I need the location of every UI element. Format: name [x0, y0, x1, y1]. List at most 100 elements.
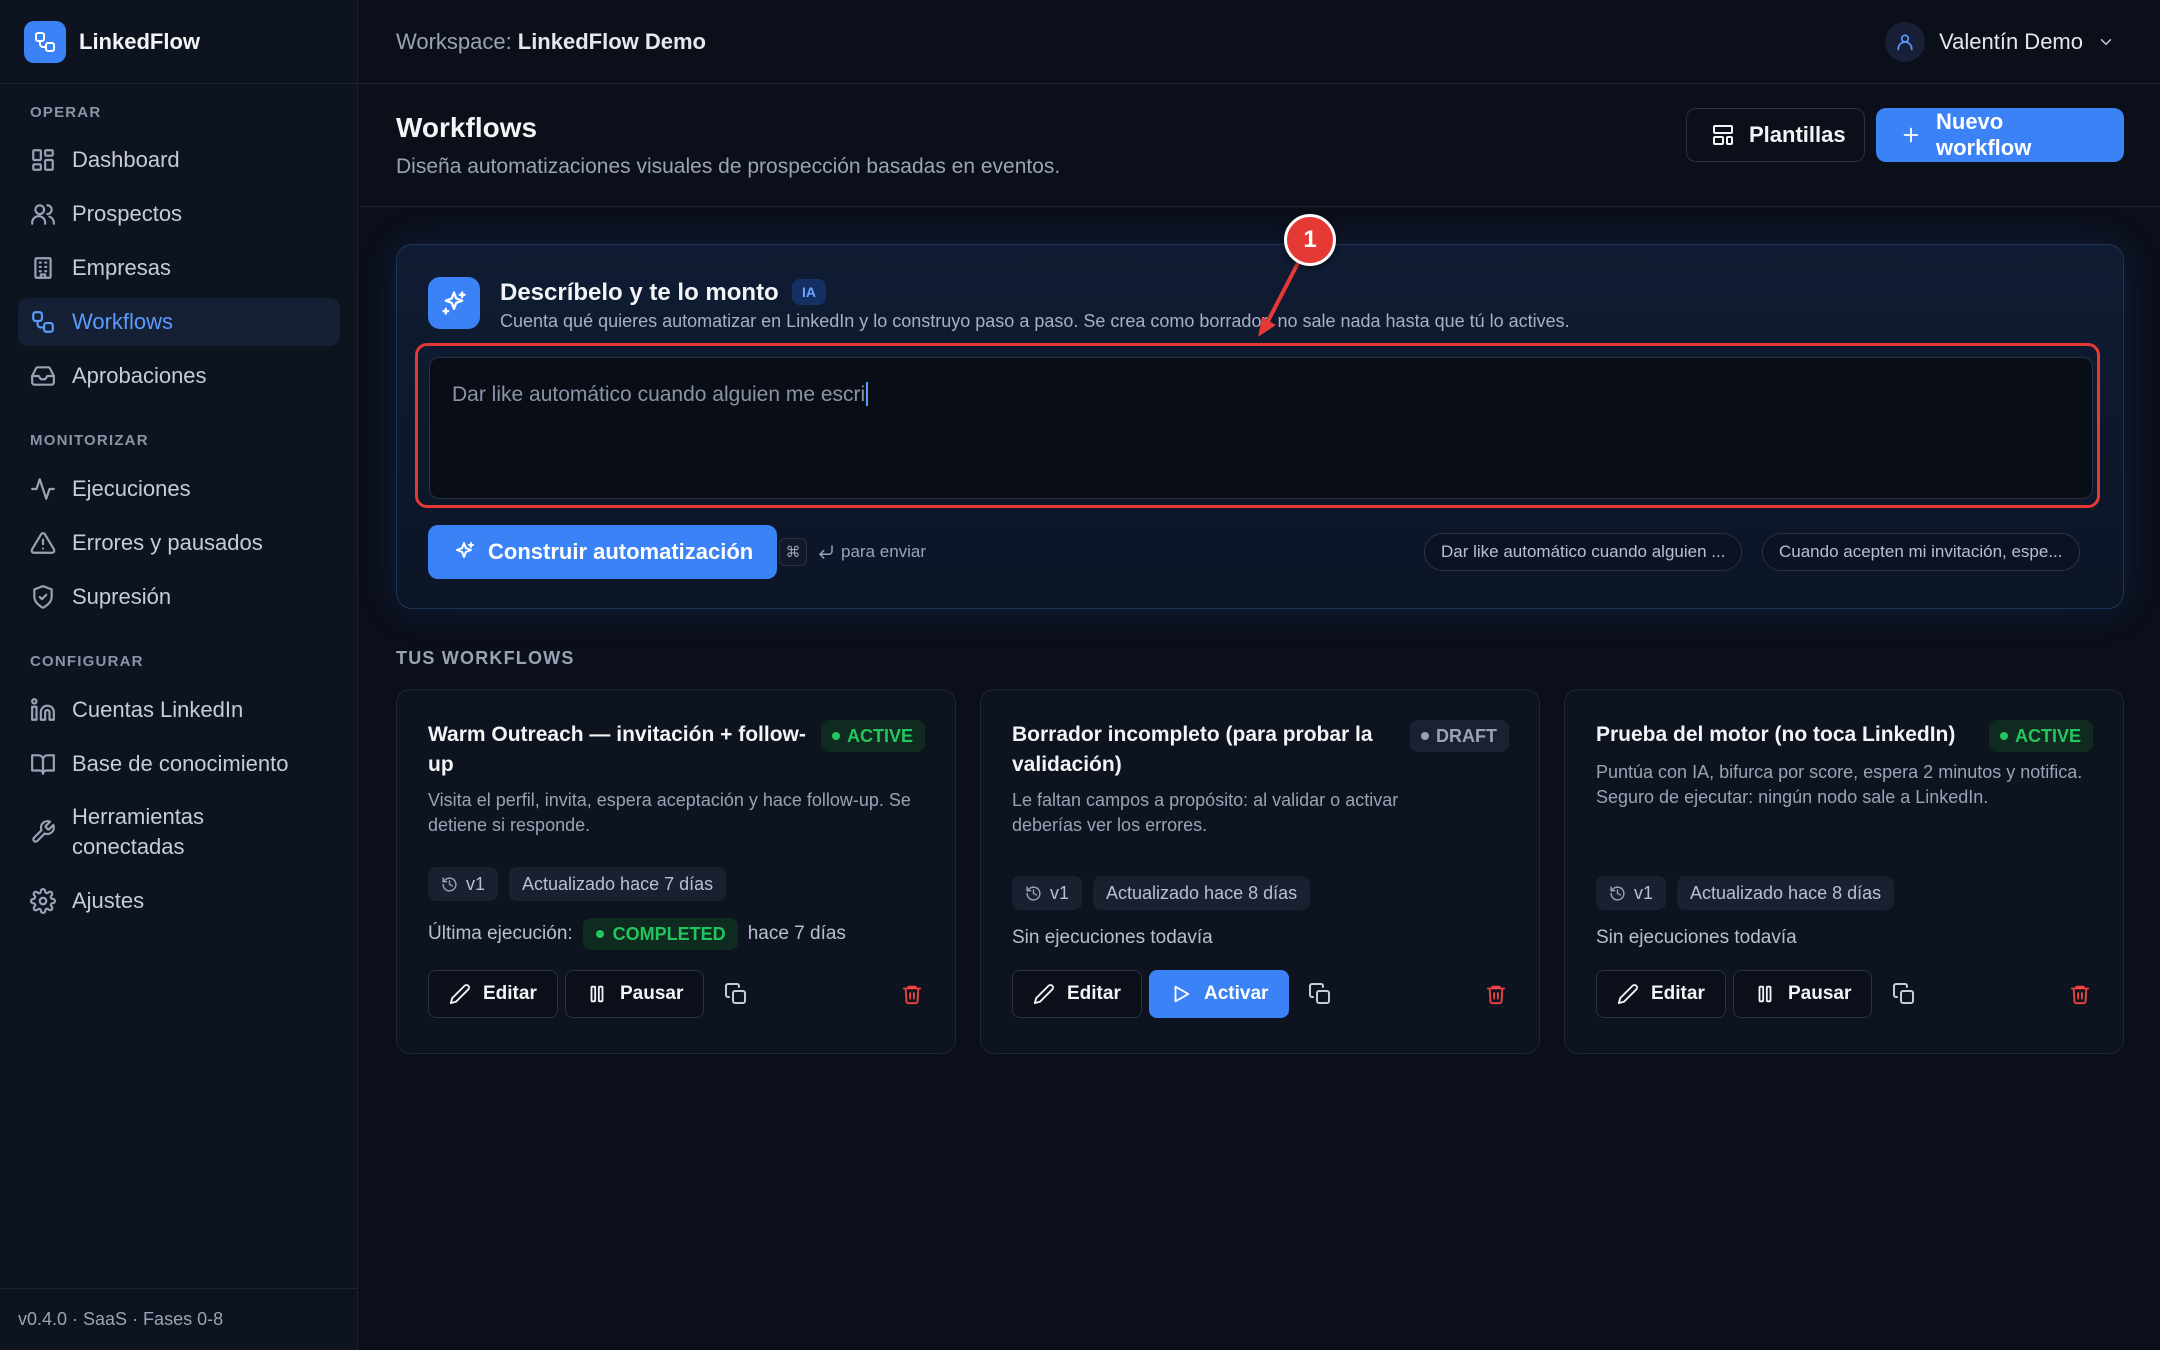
edit-button[interactable]: Editar	[428, 970, 558, 1018]
suggestion-chip[interactable]: Dar like automático cuando alguien ...	[1424, 533, 1743, 571]
user-avatar-icon	[1885, 22, 1926, 62]
sidebar-item-ajustes[interactable]: Ajustes	[18, 877, 340, 925]
edit-label: Editar	[483, 983, 537, 1004]
workflow-card[interactable]: Prueba del motor (no toca LinkedIn) ACTI…	[1564, 689, 2124, 1054]
edit-button[interactable]: Editar	[1596, 970, 1726, 1018]
sidebar-item-label: Errores y pausados	[72, 530, 263, 555]
ai-badge: IA	[792, 279, 826, 305]
version-label: v1	[1050, 883, 1070, 903]
pause-icon	[586, 983, 608, 1005]
workflow-card[interactable]: Borrador incompleto (para probar la vali…	[980, 689, 1540, 1054]
command-key-icon: ⌘	[779, 538, 807, 566]
ai-panel-title: Descríbelo y te lo monto	[500, 279, 779, 306]
no-executions: Sin ejecuciones todavía	[1012, 927, 1213, 948]
workflow-card[interactable]: Warm Outreach — invitación + follow-up A…	[396, 689, 956, 1054]
sidebar-item-prospectos[interactable]: Prospectos	[18, 190, 340, 238]
sidebar-item-empresas[interactable]: Empresas	[18, 244, 340, 292]
sidebar-item-dashboard[interactable]: Dashboard	[18, 136, 340, 184]
workflow-icon	[30, 309, 56, 335]
last-execution-label: Última ejecución:	[428, 923, 573, 944]
new-workflow-button[interactable]: Nuevo workflow	[1876, 108, 2124, 162]
sidebar-item-ejecuciones[interactable]: Ejecuciones	[18, 465, 340, 513]
pause-button[interactable]: Pausar	[565, 970, 705, 1018]
users-icon	[30, 201, 56, 227]
templates-button[interactable]: Plantillas	[1686, 108, 1865, 162]
version-tag: v1	[428, 867, 499, 901]
edit-label: Editar	[1067, 983, 1121, 1004]
status-badge: ACTIVE	[820, 720, 925, 752]
build-automation-button[interactable]: Construir automatización	[428, 525, 778, 579]
build-automation-label: Construir automatización	[488, 539, 754, 564]
sidebar-item-label: Aprobaciones	[72, 363, 207, 388]
templates-label: Plantillas	[1749, 122, 1846, 147]
brand[interactable]: LinkedFlow	[0, 0, 357, 84]
linkedin-icon	[30, 697, 56, 723]
user-menu[interactable]: Valentín Demo	[1885, 21, 2115, 63]
pause-label: Pausar	[620, 983, 684, 1004]
sidebar-item-label: Supresión	[72, 584, 172, 609]
pencil-icon	[449, 983, 471, 1005]
workflow-logo-icon	[24, 20, 66, 63]
sidebar-item-label: Empresas	[72, 255, 172, 280]
updated-tag: Actualizado hace 8 días	[1093, 876, 1311, 910]
sidebar-item-label: Herramientas conectadas	[72, 804, 205, 859]
trash-icon[interactable]	[2065, 979, 2095, 1009]
version-tag: v1	[1012, 876, 1083, 910]
status-badge: ACTIVE	[1988, 720, 2093, 752]
keyboard-hint: ⌘ para enviar	[779, 538, 926, 566]
building-icon	[30, 255, 56, 281]
sidebar-item-herramientas[interactable]: Herramientas conectadas	[18, 796, 340, 868]
activate-button[interactable]: Activar	[1149, 970, 1290, 1018]
inbox-icon	[30, 363, 56, 389]
sidebar-item-errores[interactable]: Errores y pausados	[18, 519, 340, 567]
dashboard-icon	[30, 147, 56, 173]
sidebar-item-label: Ajustes	[72, 888, 145, 913]
nav-section-operar: OPERAR	[30, 104, 102, 121]
activity-icon	[30, 476, 56, 502]
history-icon	[441, 876, 458, 893]
topbar: Workspace: LinkedFlow Demo Valentín Demo	[359, 0, 2160, 84]
suggestion-chip[interactable]: Cuando acepten mi invitación, espe...	[1762, 533, 2080, 571]
edit-label: Editar	[1651, 983, 1705, 1004]
version-label: v1	[1634, 883, 1654, 903]
book-icon	[30, 751, 56, 777]
plus-icon	[1900, 124, 1922, 146]
edit-button[interactable]: Editar	[1012, 970, 1142, 1018]
sparkles-icon	[428, 277, 480, 329]
gear-icon	[30, 888, 56, 914]
play-icon	[1170, 983, 1192, 1005]
workflows-section-label: TUS WORKFLOWS	[396, 648, 575, 668]
execution-status-badge: COMPLETED	[582, 918, 738, 950]
sidebar-item-base-conocimiento[interactable]: Base de conocimiento	[18, 740, 340, 788]
sidebar-item-workflows[interactable]: Workflows	[18, 298, 340, 346]
pause-button[interactable]: Pausar	[1733, 970, 1873, 1018]
page-title: Workflows	[396, 112, 538, 143]
annotation-arrow	[1258, 261, 1300, 337]
workspace-label: Workspace:	[396, 28, 512, 54]
version-label: v1	[466, 874, 486, 894]
sidebar-item-aprobaciones[interactable]: Aprobaciones	[18, 352, 340, 400]
version-tag: v1	[1596, 876, 1667, 910]
shield-icon	[30, 584, 56, 610]
workflow-title: Borrador incompleto (para probar la vali…	[1012, 723, 1373, 776]
trash-icon[interactable]	[1481, 979, 1511, 1009]
workspace-name: LinkedFlow Demo	[517, 28, 706, 54]
sidebar-item-cuentas-linkedin[interactable]: Cuentas LinkedIn	[18, 686, 340, 734]
pause-label: Pausar	[1788, 983, 1852, 1004]
annotation-marker: 1	[1284, 214, 1336, 266]
new-workflow-label: Nuevo workflow	[1936, 109, 2032, 160]
copy-icon[interactable]	[721, 979, 751, 1009]
sidebar-item-supresion[interactable]: Supresión	[18, 573, 340, 621]
trash-icon[interactable]	[897, 979, 927, 1009]
last-execution-time: hace 7 días	[747, 923, 846, 944]
layout-template-icon	[1711, 123, 1735, 147]
chevron-down-icon	[2097, 33, 2115, 51]
no-executions: Sin ejecuciones todavía	[1596, 927, 1797, 948]
user-name: Valentín Demo	[1939, 29, 2083, 54]
enter-key-icon	[817, 543, 835, 561]
warning-icon	[30, 530, 56, 556]
last-execution: Última ejecución: COMPLETED hace 7 días	[428, 918, 846, 950]
sidebar-item-label: Cuentas LinkedIn	[72, 697, 244, 722]
copy-icon[interactable]	[1305, 979, 1335, 1009]
copy-icon[interactable]	[1889, 979, 1919, 1009]
